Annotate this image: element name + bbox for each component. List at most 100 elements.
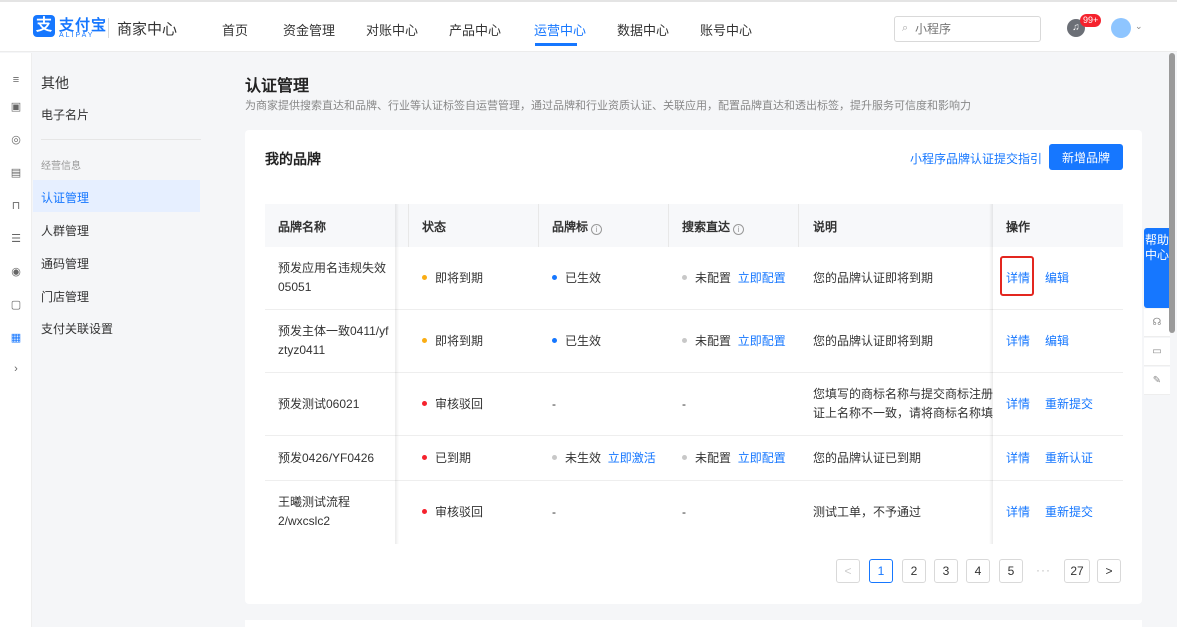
column-separator — [668, 204, 669, 247]
edit-link[interactable]: 编辑 — [1045, 269, 1069, 288]
compass-icon[interactable]: ◎ — [9, 133, 23, 147]
table-row: 王曦测试流程2/wxcslc2 审核驳回 - - 测试工单，不予通过 详情 重新… — [265, 481, 1123, 544]
col-header-brand-mark: 品牌标 i — [552, 218, 603, 235]
details-link[interactable]: 详情 — [1006, 332, 1030, 351]
status-cell: 审核驳回 — [422, 395, 483, 414]
edit-icon[interactable]: ✎ — [1144, 367, 1170, 395]
brand-name: 预发主体一致0411/yfztyz0411 — [278, 324, 389, 357]
pagination-ellipsis[interactable]: ··· — [1036, 563, 1051, 577]
search-input[interactable] — [915, 20, 1035, 38]
pagination-page-4[interactable]: 4 — [966, 559, 990, 583]
brand-mark-text: - — [552, 505, 556, 519]
resubmit-link[interactable]: 重新提交 — [1045, 395, 1093, 414]
sidebar-menu: 其他 电子名片 经营信息 认证管理 人群管理 通码管理 门店管理 支付关联设置 — [33, 53, 233, 627]
activate-now-link[interactable]: 立即激活 — [608, 451, 656, 465]
search-direct-text: 未配置 — [695, 271, 732, 285]
alipay-logo-icon[interactable]: 支 — [33, 15, 55, 37]
gift-icon[interactable]: ⊓ — [9, 199, 23, 213]
status-text: 即将到期 — [435, 271, 484, 285]
pagination-page-1[interactable]: 1 — [869, 559, 893, 583]
search-direct-text: - — [682, 505, 686, 519]
col-header-search-direct: 搜索直达 i — [682, 218, 745, 235]
table-header: 品牌名称 状态 品牌标 i 搜索直达 i 说明 操作 — [265, 204, 1123, 247]
search-direct-cell: 未配置 立即配置 — [682, 449, 786, 468]
fixed-column-shadow — [989, 204, 993, 544]
search-box[interactable]: ⌕ — [894, 16, 1041, 42]
sidebar-item-audience[interactable]: 人群管理 — [41, 222, 89, 239]
edit-link[interactable]: 编辑 — [1045, 332, 1069, 351]
sidebar-item-code[interactable]: 通码管理 — [41, 255, 89, 272]
table-row: 预发主体一致0411/yfztyz0411 即将到期 已生效 未配置 立即配置 … — [265, 310, 1123, 373]
pagination-page-last[interactable]: 27 — [1064, 559, 1090, 583]
nav-active-indicator — [535, 43, 577, 46]
folder-icon[interactable]: ▢ — [9, 298, 23, 312]
info-icon[interactable]: i — [733, 224, 745, 235]
pagination-prev-button[interactable]: < — [836, 559, 860, 583]
configure-now-link[interactable]: 立即配置 — [738, 334, 786, 348]
vertical-scrollbar[interactable] — [1169, 53, 1175, 333]
list-icon[interactable]: ☰ — [9, 232, 23, 246]
status-text: 审核驳回 — [435, 397, 484, 411]
menu-divider — [41, 139, 201, 140]
nav-reconciliation[interactable]: 对账中心 — [366, 20, 418, 39]
search-direct-text: 未配置 — [695, 451, 732, 465]
brand-mark-cell: 已生效 — [552, 332, 601, 351]
page-description: 为商家提供搜索直达和品牌、行业等认证标签自运营管理，通过品牌和行业资质认证、关联… — [245, 100, 971, 112]
status-text: 审核驳回 — [435, 505, 484, 519]
brand-mark-dot — [552, 455, 557, 460]
table-row: 预发测试06021 审核驳回 - - 您填写的商标名称与提交商标注册证上名称不一… — [265, 373, 1123, 436]
logo-subtext: ALIPAY — [59, 32, 95, 39]
chevron-down-icon[interactable]: ⌄ — [1135, 21, 1143, 32]
column-separator — [538, 204, 539, 247]
chevron-right-icon[interactable]: › — [9, 362, 23, 376]
info-icon[interactable]: i — [591, 224, 603, 235]
status-text: 已到期 — [435, 451, 472, 465]
icon-rail: ≡ ▣ ◎ ▤ ⊓ ☰ ◉ ▢ ▦ › — [0, 53, 32, 627]
nav-funds[interactable]: 资金管理 — [283, 20, 335, 39]
pagination-page-3[interactable]: 3 — [934, 559, 958, 583]
pagination-next-button[interactable]: > — [1097, 559, 1121, 583]
target-icon[interactable]: ◉ — [9, 265, 23, 279]
sidebar-item-business-card[interactable]: 电子名片 — [41, 106, 89, 123]
menu-icon[interactable]: ≡ — [9, 73, 23, 87]
avatar[interactable] — [1111, 18, 1131, 38]
resubmit-link[interactable]: 重新提交 — [1045, 503, 1093, 522]
status-cell: 即将到期 — [422, 332, 483, 351]
configure-now-link[interactable]: 立即配置 — [738, 271, 786, 285]
help-center-tab[interactable]: 帮助中心 — [1144, 228, 1170, 308]
document-icon[interactable]: ▤ — [9, 166, 23, 180]
brand-name: 王曦测试流程2/wxcslc2 — [278, 495, 351, 528]
nav-products[interactable]: 产品中心 — [449, 20, 501, 39]
status-dot — [422, 509, 427, 514]
note-text: 您填写的商标名称与提交商标注册证上名称不一致，请将商标名称填写。 — [813, 387, 993, 420]
nav-account[interactable]: 账号中心 — [700, 20, 752, 39]
brand-mark-dot — [552, 275, 557, 280]
details-link[interactable]: 详情 — [1006, 395, 1030, 414]
chart-icon[interactable]: ▣ — [9, 100, 23, 114]
add-brand-button[interactable]: 新增品牌 — [1049, 144, 1123, 170]
sidebar-item-payment-link[interactable]: 支付关联设置 — [41, 320, 113, 337]
note-text: 您的品牌认证已到期 — [813, 451, 922, 465]
menu-group-other: 其他 — [41, 75, 69, 91]
page-title: 认证管理 — [245, 78, 310, 95]
brand-mark-dot — [552, 338, 557, 343]
nav-home[interactable]: 首页 — [222, 20, 248, 39]
details-link[interactable]: 详情 — [1006, 503, 1030, 522]
new-icon[interactable]: ▭ — [1144, 338, 1170, 366]
nav-operations[interactable]: 运营中心 — [534, 20, 586, 39]
configure-now-link[interactable]: 立即配置 — [738, 451, 786, 465]
brand-mark-text: 未生效 — [565, 451, 602, 465]
logo-divider — [108, 18, 109, 38]
col-header-status: 状态 — [422, 220, 447, 234]
sidebar-item-certification[interactable]: 认证管理 — [41, 189, 89, 206]
nav-data[interactable]: 数据中心 — [617, 20, 669, 39]
details-link[interactable]: 详情 — [1006, 449, 1030, 468]
pagination-page-2[interactable]: 2 — [902, 559, 926, 583]
menu-section-business-info: 经营信息 — [41, 161, 81, 172]
pagination-page-5[interactable]: 5 — [999, 559, 1023, 583]
headset-icon[interactable]: ☊ — [1144, 309, 1170, 337]
file-icon[interactable]: ▦ — [9, 331, 23, 345]
brand-guide-link[interactable]: 小程序品牌认证提交指引 — [910, 150, 1042, 167]
recertify-link[interactable]: 重新认证 — [1045, 449, 1093, 468]
sidebar-item-stores[interactable]: 门店管理 — [41, 288, 89, 305]
